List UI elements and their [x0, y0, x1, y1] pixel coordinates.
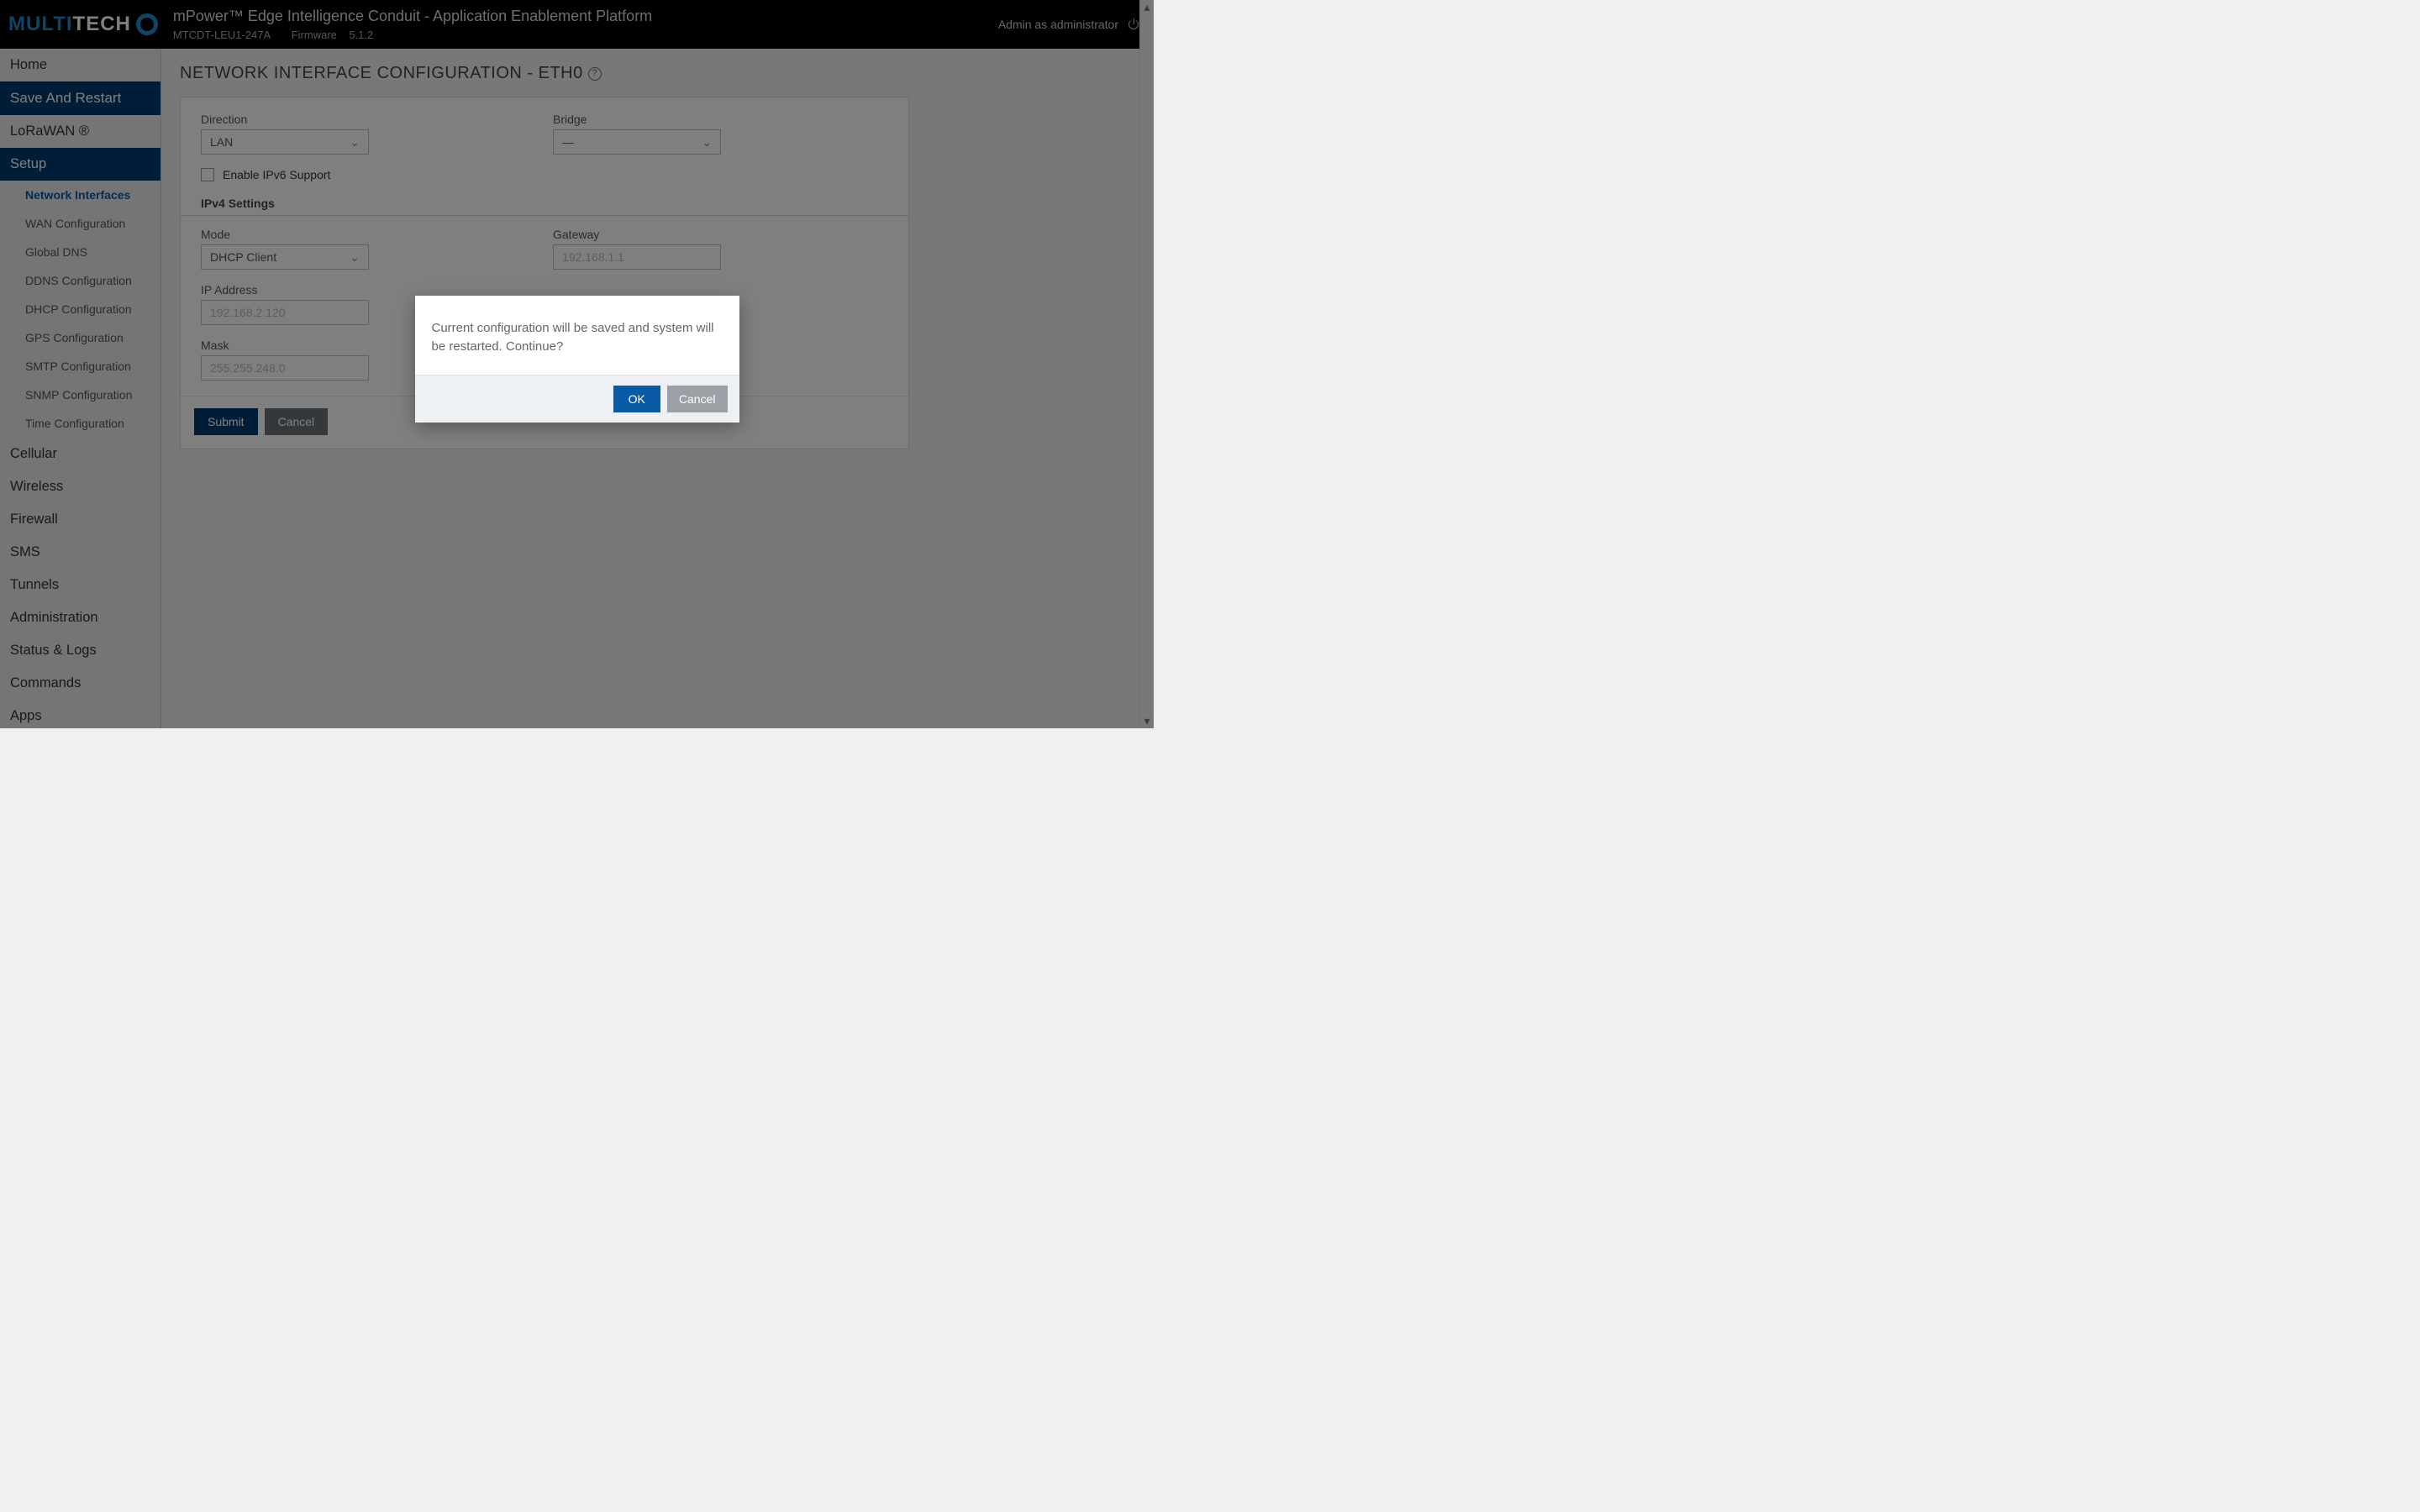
modal-overlay: Current configuration will be saved and …: [0, 0, 1154, 728]
modal-ok-button[interactable]: OK: [613, 386, 660, 412]
confirm-modal: Current configuration will be saved and …: [415, 296, 739, 423]
modal-footer: OK Cancel: [415, 375, 739, 423]
modal-cancel-button[interactable]: Cancel: [667, 386, 728, 412]
modal-message: Current configuration will be saved and …: [415, 296, 739, 375]
